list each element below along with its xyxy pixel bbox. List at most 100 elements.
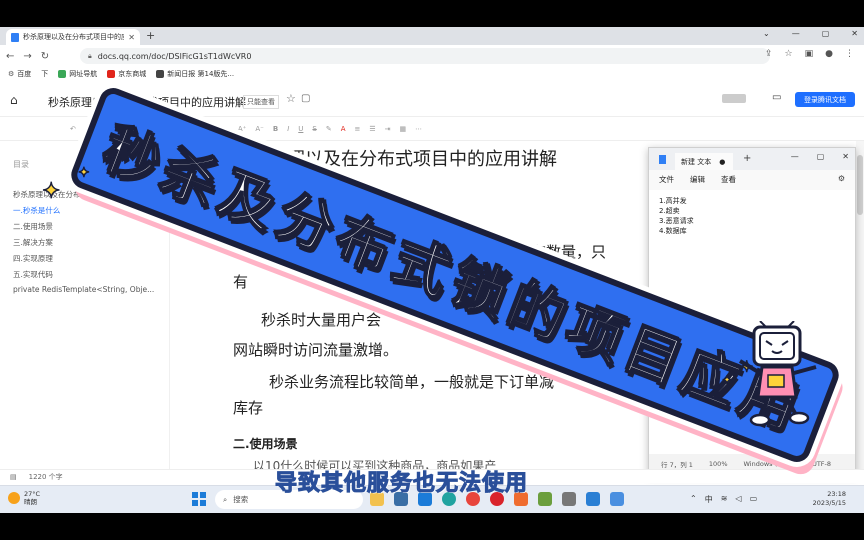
collaborators-avatar[interactable] — [722, 94, 746, 103]
window-controls: ⌄ — ▢ ✕ — [763, 29, 858, 38]
text-line: 2.超卖 — [659, 207, 680, 215]
maximize-icon[interactable]: ▢ — [822, 29, 830, 38]
strike-button[interactable]: S — [312, 125, 316, 133]
address-bar-row: ← → ↻ 🔒︎ docs.qq.com/doc/DSlFicG1sT1dWcV… — [0, 45, 864, 67]
bookmarks-bar: ⚙ 百度 下 网址导航 京东商城 新闻日报 第14版先... — [0, 67, 864, 81]
app-icon[interactable] — [586, 492, 600, 506]
scrollbar[interactable] — [856, 141, 864, 469]
unsaved-dot-icon[interactable]: ● — [719, 158, 725, 166]
bookmark-label: 京东商城 — [118, 70, 147, 78]
minimize-icon[interactable]: — — [792, 29, 800, 38]
login-button[interactable]: 登录腾讯文档 — [795, 92, 855, 107]
cloud-icon[interactable]: ▢ — [301, 93, 310, 104]
letterbox-bottom — [0, 513, 864, 540]
sidebar-icon[interactable]: ▣ — [805, 49, 814, 59]
weather-widget[interactable]: 27°C 晴朗 — [8, 490, 40, 506]
scrollbar-thumb[interactable] — [857, 155, 863, 215]
maximize-icon[interactable]: ▢ — [817, 152, 825, 161]
text-line: 4.数据库 — [659, 227, 687, 235]
profile-icon[interactable]: ● — [825, 49, 833, 59]
volume-icon[interactable]: ◁ — [735, 494, 741, 505]
windows-start-icon[interactable] — [192, 492, 206, 506]
font-color-button[interactable]: A — [341, 125, 346, 133]
weather-condition: 晴朗 — [24, 498, 37, 506]
browser-tab[interactable]: 秒杀原理以及在分布式项目中的应用 ✕ — [6, 29, 140, 45]
cursor-position: 行 7，列 1 — [661, 461, 693, 469]
temperature: 27°C — [24, 490, 41, 498]
bookmark-label: 下 — [41, 70, 49, 78]
notepad-app-icon[interactable] — [610, 492, 624, 506]
bold-button[interactable]: B — [273, 125, 278, 133]
underline-button[interactable]: U — [298, 125, 303, 133]
bookmark-item[interactable]: 下 — [41, 69, 48, 79]
list-icon[interactable]: ☰ — [369, 125, 375, 133]
notepad-tab[interactable]: 新建 文本 ● — [675, 153, 733, 170]
settings-icon[interactable] — [562, 492, 576, 506]
reload-icon[interactable]: ↻ — [41, 51, 49, 62]
outline-item[interactable]: 五.实现代码 — [13, 269, 154, 285]
browser-tabbar: 秒杀原理以及在分布式项目中的应用 ✕ + ⌄ — ▢ ✕ — [0, 27, 864, 45]
menu-file[interactable]: 文件 — [659, 174, 674, 185]
star-icon[interactable]: ☆ — [286, 92, 296, 105]
font-decrease-icon[interactable]: A⁻ — [255, 125, 263, 133]
bookmark-item[interactable]: 京东商城 — [107, 69, 146, 79]
gear-icon[interactable]: ⚙ — [838, 174, 845, 183]
bookmark-item[interactable]: 新闻日报 第14版先... — [156, 69, 234, 79]
back-icon[interactable]: ← — [6, 51, 14, 62]
paragraph-text: 网站瞬时访问流量激增。 — [233, 341, 399, 359]
present-icon[interactable]: ▭ — [772, 92, 781, 103]
outline-item[interactable]: 四.实现原理 — [13, 253, 154, 269]
notepad-menu: 文件 编辑 查看 — [649, 170, 855, 188]
outline-item[interactable]: private RedisTemplate<String, Obje... — [13, 285, 154, 301]
battery-icon[interactable]: ▭ — [750, 494, 758, 505]
bookmark-item[interactable]: 网址导航 — [58, 69, 97, 79]
outline-title: 目录 — [13, 160, 29, 169]
menu-dots-icon[interactable]: ⋮ — [845, 49, 854, 59]
italic-button[interactable]: I — [287, 125, 289, 133]
outline-item[interactable]: 三.解决方案 — [13, 237, 154, 253]
app-icon[interactable] — [538, 492, 552, 506]
align-icon[interactable]: ≡ — [355, 125, 361, 133]
close-icon[interactable]: ✕ — [842, 152, 849, 161]
outline-item[interactable]: 二.使用场景 — [13, 221, 154, 237]
news-icon — [156, 70, 165, 78]
tab-title: 秒杀原理以及在分布式项目中的应用 — [23, 33, 125, 41]
chevron-down-icon[interactable]: ⌄ — [763, 29, 770, 38]
readonly-badge[interactable]: 只能查看 — [243, 95, 279, 109]
highlight-icon[interactable]: ✎ — [326, 125, 332, 133]
indent-icon[interactable]: ⇥ — [385, 125, 391, 133]
bookmark-item[interactable]: ⚙ 百度 — [8, 69, 31, 79]
paragraph-fragment: 有 — [233, 273, 249, 291]
globe-icon — [58, 70, 67, 78]
undo-icon[interactable]: ↶ — [70, 125, 76, 133]
menu-edit[interactable]: 编辑 — [690, 174, 705, 185]
sun-icon — [8, 492, 20, 504]
new-tab-icon[interactable]: + — [743, 153, 751, 164]
paragraph-text: 秒杀业务流程比较简单，一般就是下订单减 — [269, 373, 555, 391]
home-icon[interactable]: ⌂ — [10, 93, 18, 107]
text-line: 1.高并发 — [659, 197, 687, 205]
bookmark-label: 新闻日报 第14版先... — [167, 70, 235, 78]
font-increase-icon[interactable]: A⁺ — [238, 125, 246, 133]
bookmark-star-icon[interactable]: ☆ — [785, 49, 793, 59]
table-icon[interactable]: ▦ — [400, 125, 407, 133]
taskbar-clock[interactable]: 23:18 2023/5/15 — [812, 490, 846, 508]
new-tab-icon[interactable]: + — [146, 29, 155, 42]
jd-icon — [107, 70, 116, 78]
forward-icon[interactable]: → — [23, 51, 31, 62]
chevron-up-icon[interactable]: ⌃ — [690, 494, 697, 505]
url-field[interactable]: 🔒︎ docs.qq.com/doc/DSlFicG1sT1dWcVR0 — [80, 48, 770, 64]
wifi-icon[interactable]: ≋ — [721, 494, 728, 505]
share-icon[interactable]: ⇪ — [765, 49, 773, 59]
close-icon[interactable]: ✕ — [128, 33, 135, 42]
outline-toggle-icon[interactable]: ▤ — [10, 473, 17, 481]
search-placeholder: 搜索 — [233, 495, 249, 504]
ime-indicator[interactable]: 中 — [705, 494, 713, 505]
close-window-icon[interactable]: ✕ — [851, 29, 858, 38]
clock-date: 2023/5/15 — [812, 499, 846, 507]
menu-view[interactable]: 查看 — [721, 174, 736, 185]
word-count[interactable]: 1220 个字 — [29, 472, 63, 482]
more-icon[interactable]: ⋯ — [415, 125, 422, 133]
zoom-level: 100% — [708, 460, 728, 468]
minimize-icon[interactable]: — — [791, 152, 799, 161]
